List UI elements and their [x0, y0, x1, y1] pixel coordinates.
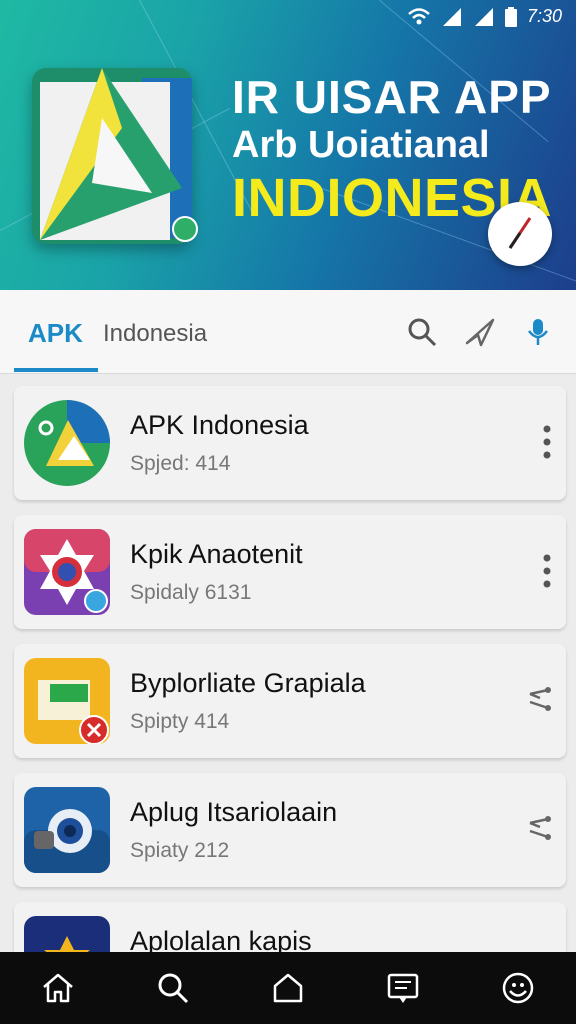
- app-subtitle: Spidaly 6131: [130, 581, 252, 604]
- list-item[interactable]: Kpik Anaotenit Spidaly 6131: [0, 515, 576, 644]
- tab-indonesia[interactable]: Indonesia: [103, 320, 207, 348]
- app-subtitle: Spjed: 414: [130, 452, 231, 475]
- app-icon-kpik: [24, 529, 110, 615]
- search-icon[interactable]: [406, 316, 438, 348]
- tab-bar: APK Indonesia: [0, 290, 576, 374]
- signal-icon: [473, 7, 495, 27]
- search-icon[interactable]: [149, 964, 197, 1012]
- app-name: Aplug Itsariolaain: [130, 797, 338, 827]
- banner-title-line2: Arb Uoiatianal: [232, 124, 490, 166]
- bottom-nav: [0, 952, 576, 1024]
- tab-apk[interactable]: APK: [28, 318, 83, 349]
- app-name: APK Indonesia: [130, 410, 309, 440]
- microphone-icon[interactable]: [522, 316, 554, 348]
- header-banner: 7:30 IR UISAR APP Arb Uoiatianal INDIONE…: [0, 0, 576, 290]
- list-item[interactable]: APK Indonesia Spjed: 414: [0, 386, 576, 515]
- house-icon[interactable]: [264, 964, 312, 1012]
- inbox-icon[interactable]: [379, 964, 427, 1012]
- list-item[interactable]: Aplug Itsariolaain Spiaty 212: [0, 773, 576, 902]
- app-icon-aplug: [24, 787, 110, 873]
- send-icon[interactable]: [464, 316, 496, 348]
- share-icon[interactable]: [526, 811, 554, 847]
- list-item[interactable]: Byplorliate Grapiala Spipty 414: [0, 644, 576, 773]
- app-list: APK Indonesia Spjed: 414 Kpik Anaotenit …: [0, 386, 576, 1024]
- wifi-icon: [407, 7, 431, 27]
- more-vert-icon[interactable]: [542, 424, 552, 460]
- app-subtitle: Spipty 414: [130, 710, 230, 733]
- more-vert-icon[interactable]: [542, 553, 552, 589]
- app-name: Byplorliate Grapiala: [130, 668, 366, 698]
- tab-indicator: [14, 368, 98, 372]
- profile-icon[interactable]: [494, 964, 542, 1012]
- banner-title-line1: IR UISAR APP: [232, 71, 552, 123]
- app-logo: [32, 68, 192, 244]
- app-subtitle: Spiaty 212: [130, 839, 230, 862]
- status-time: 7:30: [526, 6, 562, 26]
- home-icon[interactable]: [34, 964, 82, 1012]
- status-bar: 7:30: [407, 6, 562, 27]
- app-name: Kpik Anaotenit: [130, 539, 303, 569]
- app-icon-apk-indonesia: [24, 400, 110, 486]
- signal-icon: [441, 7, 463, 27]
- battery-icon: [504, 6, 517, 27]
- android-badge-icon: [172, 216, 198, 242]
- compass-icon[interactable]: [488, 202, 552, 266]
- share-icon[interactable]: [526, 682, 554, 718]
- app-icon-byplorliate: [24, 658, 110, 745]
